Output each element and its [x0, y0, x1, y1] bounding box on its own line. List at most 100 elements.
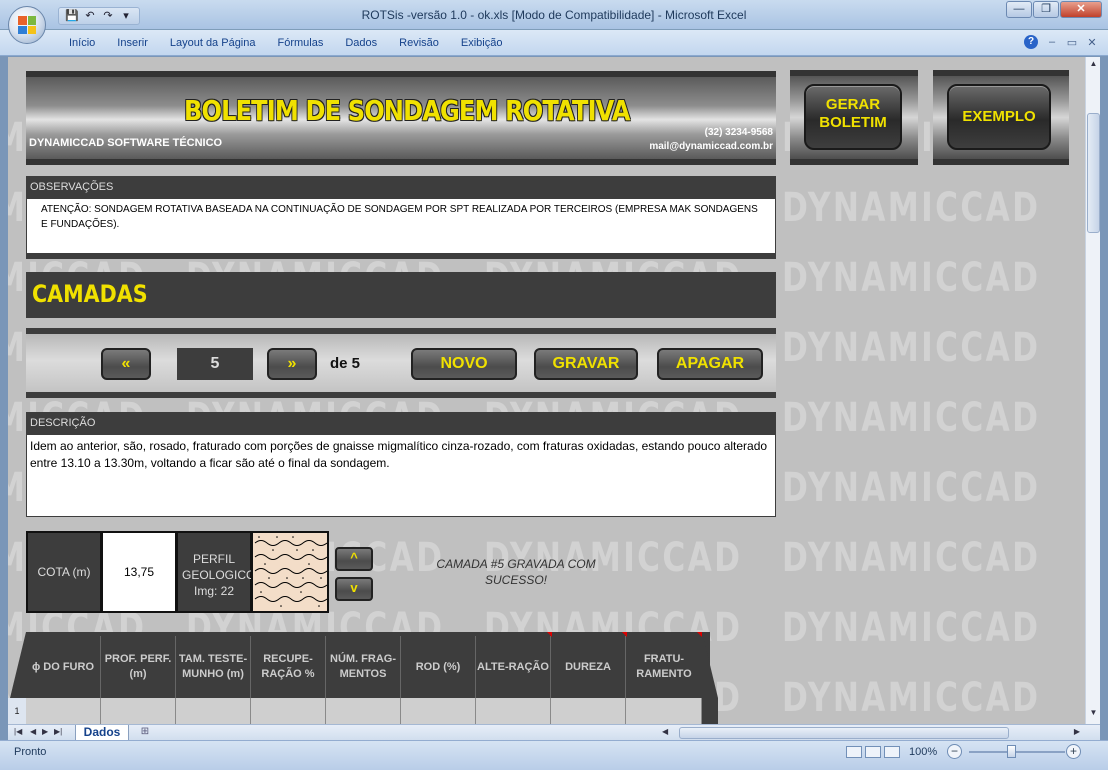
perfil-up-button[interactable]: ^: [335, 547, 373, 571]
window-controls: — ❐ ✕: [1006, 1, 1102, 18]
apagar-button[interactable]: APAGAR: [657, 348, 763, 380]
exemplo-button[interactable]: EXEMPLO: [947, 84, 1051, 150]
next-sheet-icon[interactable]: ▶: [42, 727, 48, 736]
col-num-fragmentos: NÚM. FRAG-MENTOS: [326, 636, 401, 698]
company-phone: (32) 3234-9568: [704, 127, 773, 138]
normal-view-icon[interactable]: [846, 746, 862, 758]
col-tam-testemunho: TAM. TESTE-MUNHO (m): [176, 636, 251, 698]
vertical-scrollbar[interactable]: ▲ ▼: [1085, 57, 1100, 724]
company-email: mail@dynamiccad.com.br: [649, 141, 773, 152]
scroll-thumb[interactable]: [1087, 113, 1100, 233]
hscroll-thumb[interactable]: [679, 727, 1009, 739]
tab-dados[interactable]: Dados: [334, 36, 388, 50]
zoom-slider-handle[interactable]: [1007, 745, 1016, 758]
comment-marker: [697, 632, 702, 637]
grid-cell[interactable]: [101, 698, 176, 724]
camadas-header: CAMADAS: [26, 272, 776, 318]
scroll-down-icon[interactable]: ▼: [1087, 708, 1100, 722]
close-button[interactable]: ✕: [1060, 1, 1102, 18]
tab-exibicao[interactable]: Exibição: [450, 36, 514, 50]
camadas-nav-inner: « 5 » de 5 NOVO GRAVAR APAGAR: [26, 334, 776, 392]
grid-cell[interactable]: [476, 698, 551, 724]
prev-sheet-icon[interactable]: ◀: [30, 727, 36, 736]
ribbon-minimize-icon[interactable]: –: [1046, 36, 1058, 48]
grid-cell[interactable]: [551, 698, 626, 724]
page-break-view-icon[interactable]: [884, 746, 900, 758]
grid-cell[interactable]: [26, 698, 101, 724]
col-fraturamento: FRATU-RAMENTO: [636, 653, 692, 680]
help-icon[interactable]: ?: [1024, 35, 1038, 49]
maximize-button[interactable]: ❐: [1033, 1, 1059, 18]
observacoes-label: OBSERVAÇÕES: [26, 176, 776, 198]
layer-grid-header: ϕ DO FURO PROF. PERF. (m) TAM. TESTE-MUN…: [26, 632, 710, 698]
gravar-button[interactable]: GRAVAR: [534, 348, 638, 380]
prev-button[interactable]: «: [101, 348, 151, 380]
perfil-image[interactable]: [251, 531, 329, 613]
perfil-down-button[interactable]: v: [335, 577, 373, 601]
col-diametro: ϕ DO FURO: [26, 636, 101, 698]
tab-formulas[interactable]: Fórmulas: [267, 36, 335, 50]
grid-cell[interactable]: [326, 698, 401, 724]
novo-button[interactable]: NOVO: [411, 348, 517, 380]
ribbon-restore-icon[interactable]: ▭: [1066, 36, 1078, 49]
title-bar: 💾 ↶ ↷ ▾ ROTSis -versão 1.0 - ok.xls [Mod…: [0, 0, 1108, 30]
report-title: BOLETIM DE SONDAGEM ROTATIVA: [184, 94, 630, 127]
observacoes-text[interactable]: ATENÇÃO: SONDAGEM ROTATIVA BASEADA NA CO…: [26, 198, 776, 254]
ribbon-close-icon[interactable]: ✕: [1086, 36, 1098, 49]
report-header: BOLETIM DE SONDAGEM ROTATIVA DYNAMICCAD …: [26, 71, 776, 165]
grid-row-edge: [702, 698, 718, 724]
tab-revisao[interactable]: Revisão: [388, 36, 450, 50]
grid-cell[interactable]: [176, 698, 251, 724]
grid-cell[interactable]: [401, 698, 476, 724]
comment-marker: [547, 632, 552, 637]
col-recuperacao: RECUPE-RAÇÃO %: [251, 636, 326, 698]
perfil-label: PERFIL GEOLOGICO Img: 22: [176, 531, 255, 613]
descricao-text[interactable]: Idem ao anterior, são, rosado, fraturado…: [26, 434, 776, 517]
last-sheet-icon[interactable]: ▶|: [54, 727, 62, 736]
camadas-title: CAMADAS: [32, 280, 148, 308]
company-name: DYNAMICCAD SOFTWARE TÉCNICO: [29, 137, 223, 149]
zoom-level[interactable]: 100%: [909, 746, 937, 758]
insert-sheet-icon[interactable]: ⊞: [132, 726, 158, 740]
zoom-slider[interactable]: [969, 751, 1065, 753]
status-text: Pronto: [14, 746, 47, 758]
geologic-pattern-icon: [254, 536, 328, 607]
office-logo-icon: [18, 16, 36, 34]
camadas-nav: « 5 » de 5 NOVO GRAVAR APAGAR: [26, 328, 776, 398]
scroll-up-icon[interactable]: ▲: [1087, 59, 1100, 73]
office-button[interactable]: [8, 6, 46, 44]
comment-marker: [622, 632, 627, 637]
minimize-button[interactable]: —: [1006, 1, 1032, 18]
next-button[interactable]: »: [267, 348, 317, 380]
gerar-boletim-button[interactable]: GERAR BOLETIM: [804, 84, 902, 150]
descricao-label: DESCRIÇÃO: [26, 412, 776, 434]
exemplo-box: EXEMPLO: [933, 70, 1069, 165]
ribbon: Início Inserir Layout da Página Fórmulas…: [0, 30, 1108, 56]
tab-layout[interactable]: Layout da Página: [159, 36, 267, 50]
scroll-right-icon[interactable]: ▶: [1074, 727, 1080, 736]
grid-corner-right: [702, 632, 718, 698]
status-bar: Pronto 100% − +: [0, 740, 1108, 770]
tab-inserir[interactable]: Inserir: [106, 36, 159, 50]
grid-cell[interactable]: [251, 698, 326, 724]
col-alteracao: ALTE-RAÇÃO: [476, 636, 551, 698]
sheet-tab-bar: |◀ ◀ ▶ ▶| Dados ⊞ ◀ ▶: [8, 724, 1100, 741]
page-layout-view-icon[interactable]: [865, 746, 881, 758]
first-sheet-icon[interactable]: |◀: [14, 727, 22, 736]
zoom-out-icon[interactable]: −: [947, 744, 962, 759]
horizontal-scrollbar[interactable]: ◀ ▶: [654, 726, 1084, 740]
grid-cell[interactable]: [626, 698, 702, 724]
scroll-left-icon[interactable]: ◀: [662, 727, 668, 736]
layer-count: de 5: [330, 355, 361, 372]
row-number: 1: [8, 698, 26, 724]
cota-label: COTA (m): [26, 531, 102, 613]
gerar-box: GERAR BOLETIM: [790, 70, 918, 165]
tab-inicio[interactable]: Início: [58, 36, 106, 50]
cota-value-field[interactable]: 13,75: [101, 531, 177, 613]
current-layer-field[interactable]: 5: [177, 348, 253, 380]
worksheet[interactable]: DYNAMICCAD DYNAMICCAD DYNAMICCAD DYNAMIC…: [8, 57, 1085, 724]
status-message: CAMADA #5 GRAVADA COM SUCESSO!: [436, 557, 596, 587]
ribbon-window-controls: ? – ▭ ✕: [1024, 35, 1098, 49]
sheet-tab-dados[interactable]: Dados: [75, 725, 129, 741]
zoom-in-icon[interactable]: +: [1066, 744, 1081, 759]
